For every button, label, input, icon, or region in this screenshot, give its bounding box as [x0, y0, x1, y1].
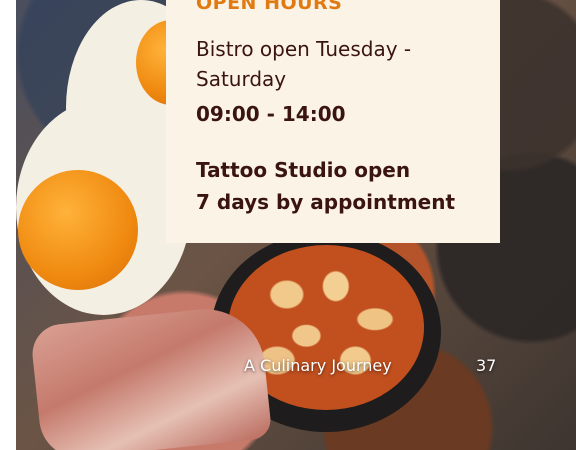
open-hours-card: OPEN HOURS Bistro open Tuesday - Saturda…: [166, 0, 500, 243]
page-caption: A Culinary Journey: [244, 356, 392, 375]
page-number: 37: [476, 356, 497, 375]
egg-yolk-left: [18, 170, 138, 290]
bacon-slice: [29, 303, 273, 450]
tattoo-studio-line1: Tattoo Studio open: [196, 158, 411, 182]
bistro-days-line1: Bistro open Tuesday -: [196, 37, 412, 61]
card-title: OPEN HOURS: [196, 0, 343, 14]
bistro-hours: 09:00 - 14:00: [196, 102, 346, 126]
tattoo-studio-line2: 7 days by appointment: [196, 190, 456, 214]
bistro-days-line2: Saturday: [196, 67, 287, 91]
